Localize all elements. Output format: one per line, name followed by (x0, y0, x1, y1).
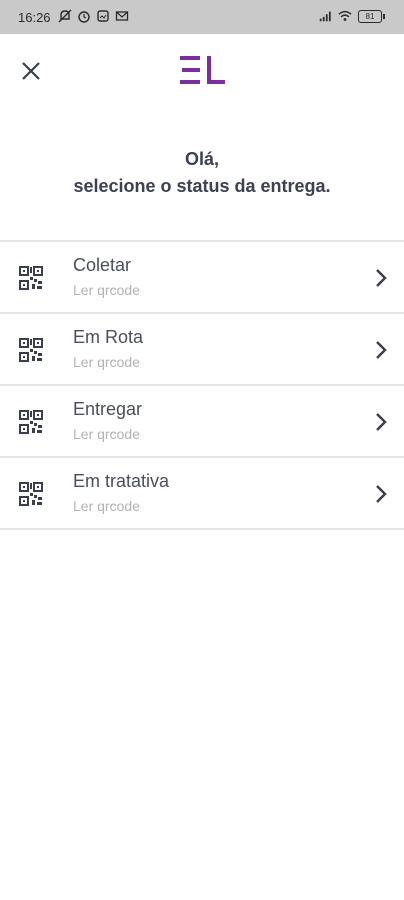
qrcode-icon (19, 266, 43, 290)
greeting: Olá, selecione o status da entrega. (0, 146, 404, 200)
status-bar: 16:26 81 (0, 0, 404, 34)
app-logo (180, 56, 225, 84)
system-icons: 81 (318, 9, 385, 23)
status-item-entregar[interactable]: Entregar Ler qrcode (0, 386, 404, 458)
item-sublabel: Ler qrcode (73, 426, 140, 442)
battery-icon: 81 (358, 9, 385, 23)
message-icon (115, 11, 129, 21)
status-item-em-rota[interactable]: Em Rota Ler qrcode (0, 314, 404, 386)
status-time: 16:26 (18, 10, 51, 25)
item-sublabel: Ler qrcode (73, 282, 140, 298)
qrcode-icon (19, 410, 43, 434)
status-item-coletar[interactable]: Coletar Ler qrcode (0, 242, 404, 314)
chevron-right-icon (376, 413, 387, 431)
silent-icon (58, 9, 72, 23)
qrcode-icon (19, 482, 43, 506)
status-list: Coletar Ler qrcode Em Rota Ler qrcode En… (0, 240, 404, 530)
signal-icon (319, 11, 331, 22)
greeting-line-1: Olá, (184, 149, 219, 169)
chevron-right-icon (376, 485, 387, 503)
chevron-right-icon (376, 269, 387, 287)
item-sublabel: Ler qrcode (73, 498, 140, 514)
notification-icons (58, 9, 129, 23)
close-icon (22, 62, 40, 80)
chevron-right-icon (376, 341, 387, 359)
item-label: Entregar (73, 399, 143, 419)
app-bar (0, 34, 404, 106)
close-button[interactable] (14, 54, 48, 88)
screenshot-icon (97, 10, 109, 22)
wifi-icon (338, 10, 352, 21)
item-sublabel: Ler qrcode (73, 354, 140, 370)
status-item-em-tratativa[interactable]: Em tratativa Ler qrcode (0, 458, 404, 530)
item-label: Em tratativa (73, 471, 170, 491)
item-label: Em Rota (73, 327, 144, 347)
greeting-line-2: selecione o status da entrega. (73, 176, 331, 196)
qrcode-icon (19, 338, 43, 362)
battery-level: 81 (365, 11, 375, 21)
alarm-icon (78, 11, 90, 23)
item-label: Coletar (73, 255, 132, 275)
